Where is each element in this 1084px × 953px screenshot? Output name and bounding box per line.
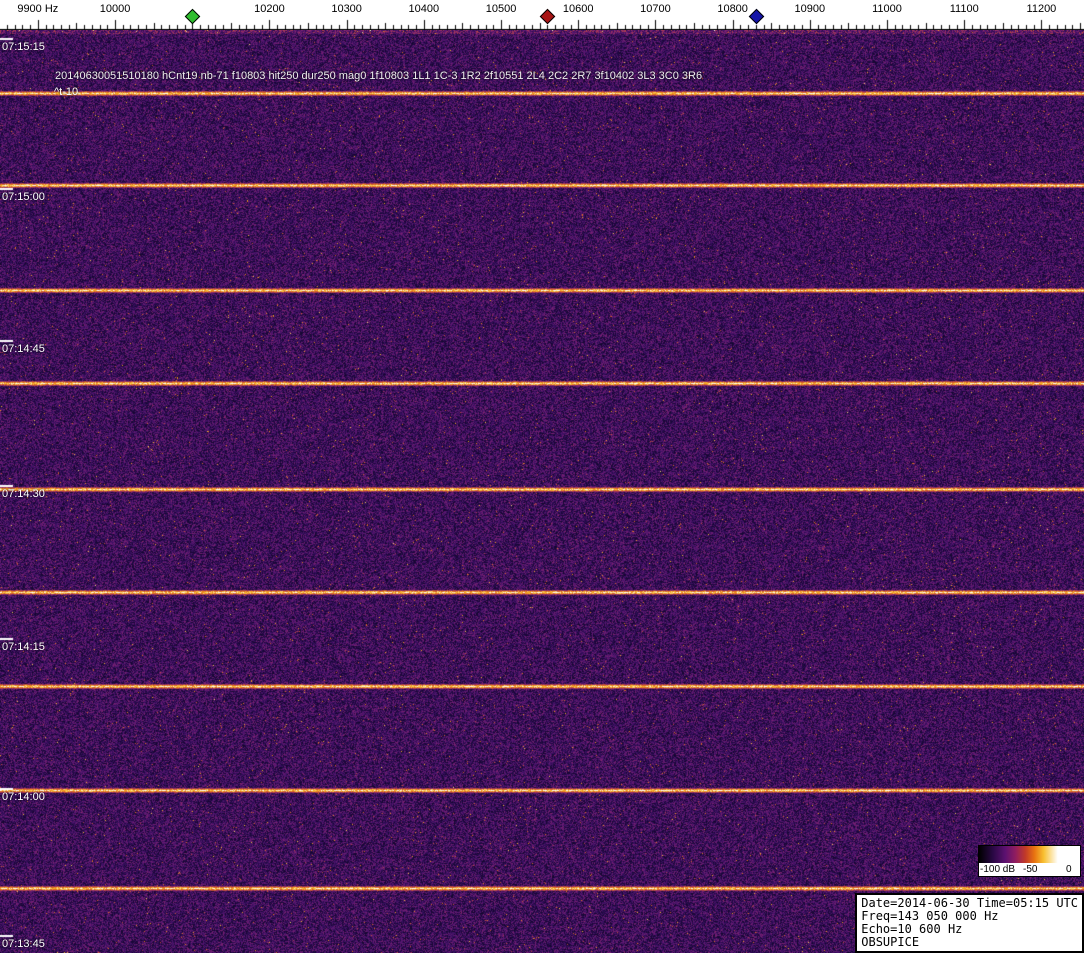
freq-tick-label: 10300: [331, 3, 362, 15]
cursor-label: ^t-10: [54, 86, 78, 98]
freq-tick-label: 10600: [563, 3, 594, 15]
time-axis-label: 07:15:15: [2, 41, 45, 53]
freq-tick-label: 9900 Hz: [17, 3, 58, 15]
freq-tick-label: 10200: [254, 3, 285, 15]
freq-tick-label: 10900: [795, 3, 826, 15]
time-axis-label: 07:14:45: [2, 343, 45, 355]
freq-tick-label: 10500: [486, 3, 517, 15]
time-axis-label: 07:14:30: [2, 488, 45, 500]
meteor-echo-spectrogram-app: 9900 Hz 10000 10200 10300 10400 10500 10600 107…: [0, 0, 1084, 953]
freq-tick-label: 11100: [950, 3, 979, 15]
waterfall-display: 20140630051510180 hCnt19 nb-71 f10803 hi…: [0, 30, 1084, 953]
freq-tick-label: 11000: [872, 3, 902, 15]
freq-tick-label: 10700: [640, 3, 671, 15]
frequency-ruler[interactable]: 9900 Hz 10000 10200 10300 10400 10500 10600 107…: [0, 0, 1084, 30]
freq-tick-label: 10800: [717, 3, 748, 15]
time-axis-label: 07:13:45: [2, 938, 45, 950]
colorbar-gradient: [979, 846, 1080, 863]
colorbar-legend: -100 dB -50 0: [978, 845, 1081, 877]
colorbar-labels: -100 dB -50 0: [979, 863, 1080, 876]
waterfall-canvas[interactable]: [0, 30, 1084, 953]
freq-tick-label: 10000: [100, 3, 131, 15]
observation-info-box: Date=2014-06-30 Time=05:15 UTC Freq=143 …: [855, 893, 1084, 953]
time-axis-label: 07:14:15: [2, 641, 45, 653]
legend-min-label: -100 dB: [980, 864, 1015, 875]
freq-tick-label: 11200: [1027, 3, 1057, 15]
info-station-line: OBSUPICE: [861, 936, 1078, 949]
detection-annotation: 20140630051510180 hCnt19 nb-71 f10803 hi…: [55, 70, 702, 82]
legend-mid-label: -50: [1023, 864, 1037, 875]
time-axis-label: 07:15:00: [2, 191, 45, 203]
legend-max-label: 0: [1066, 864, 1072, 875]
time-axis-label: 07:14:00: [2, 791, 45, 803]
freq-tick-label: 10400: [409, 3, 440, 15]
